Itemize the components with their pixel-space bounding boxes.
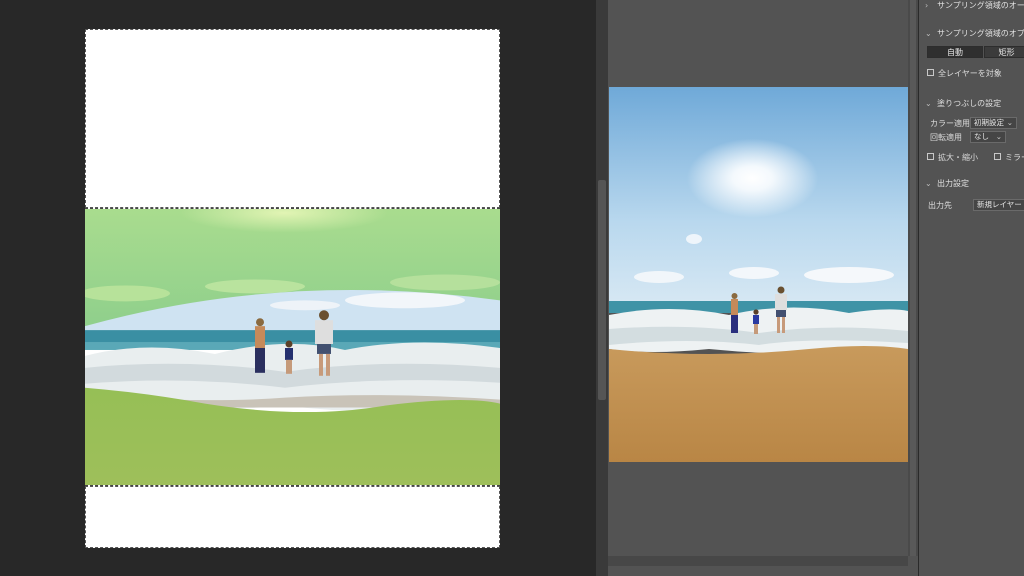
chevron-down-icon: ⌄ [1006,118,1013,127]
source-image-with-sampling-overlay[interactable] [85,208,500,486]
section-sampling-options[interactable]: ⌄サンプリング領域のオプション [925,28,1024,39]
section-fill-settings-title: 塗りつぶしの設定 [937,99,1002,108]
chevron-down-icon[interactable]: ⌄ [925,29,937,38]
scale-checkbox[interactable] [927,153,934,160]
section-output-settings[interactable]: ⌄ 出力設定 [925,178,969,189]
all-layers-checkbox[interactable] [927,69,934,76]
rotate-adapt-dropdown[interactable]: なし ⌄ [970,131,1006,143]
color-adapt-label: カラー適用 [930,119,970,128]
selection-area-top[interactable] [85,29,500,208]
rotate-adapt-value: なし [974,132,989,141]
chevron-down-icon[interactable]: ⌄ [925,179,937,188]
section-sampling-overlay-title: サンプリング領域のオーバー [937,1,1024,10]
section-sampling-options-title: サンプリング領域のオプション [937,29,1024,38]
output-to-value: 新規レイヤー [977,200,1022,209]
chevron-right-icon[interactable]: › [925,1,937,10]
color-adapt-value: 初期設定 [974,118,1004,127]
mirror-checkbox[interactable] [994,153,1001,160]
preview-horizontal-scrollbar[interactable] [608,556,908,566]
preview-panel [608,0,918,576]
rotate-adapt-label: 回転適用 [930,133,962,142]
section-fill-settings[interactable]: ⌄ 塗りつぶしの設定 [925,98,1001,109]
left-workspace [0,0,596,576]
section-output-settings-title: 出力設定 [937,179,969,188]
chevron-down-icon[interactable]: ⌄ [925,99,937,108]
chevron-down-icon: ⌄ [995,132,1002,141]
output-to-dropdown[interactable]: 新規レイヤー [973,199,1024,211]
preview-vertical-scroll-thumb[interactable] [910,0,916,556]
source-canvas[interactable] [85,29,500,548]
sampling-mode-rect-button[interactable]: 矩形 [984,46,1024,58]
content-aware-fill-options-panel: ›サンプリング領域のオーバー ⌄サンプリング領域のオプション 自動 矩形 全レイ… [918,0,1024,576]
mirror-label: ミラー [1005,153,1024,162]
sampling-mode-auto-button[interactable]: 自動 [927,46,983,58]
scale-label: 拡大・縮小 [938,153,978,162]
left-scrollbar-thumb[interactable] [598,180,606,400]
output-to-label: 出力先 [928,201,952,210]
section-sampling-overlay[interactable]: ›サンプリング領域のオーバー [925,0,1024,11]
color-adapt-dropdown[interactable]: 初期設定 ⌄ [970,117,1017,129]
selection-area-bottom[interactable] [85,486,500,548]
preview-image [609,87,908,462]
all-layers-label: 全レイヤーを対象 [938,69,1002,78]
